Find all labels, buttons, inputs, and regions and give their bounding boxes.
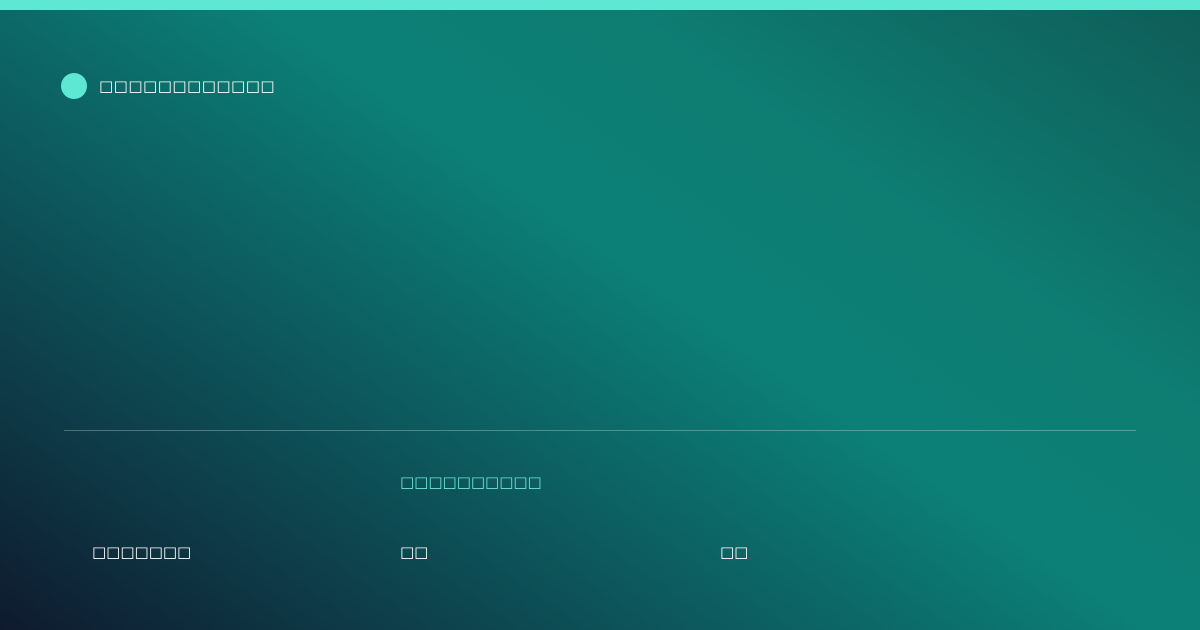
- brand: □□□□□□□□□□□□: [61, 73, 275, 99]
- divider: [64, 430, 1136, 431]
- footer-heading: □□□□□□□□□□: [400, 473, 542, 491]
- footer-item-2: □□: [400, 543, 429, 561]
- brand-name: □□□□□□□□□□□□: [99, 77, 276, 95]
- footer-item-3: □□: [720, 543, 749, 561]
- footer-item-1: □□□□□□□: [92, 543, 192, 561]
- top-accent-bar: [0, 0, 1200, 10]
- brand-logo-dot-icon: [61, 73, 87, 99]
